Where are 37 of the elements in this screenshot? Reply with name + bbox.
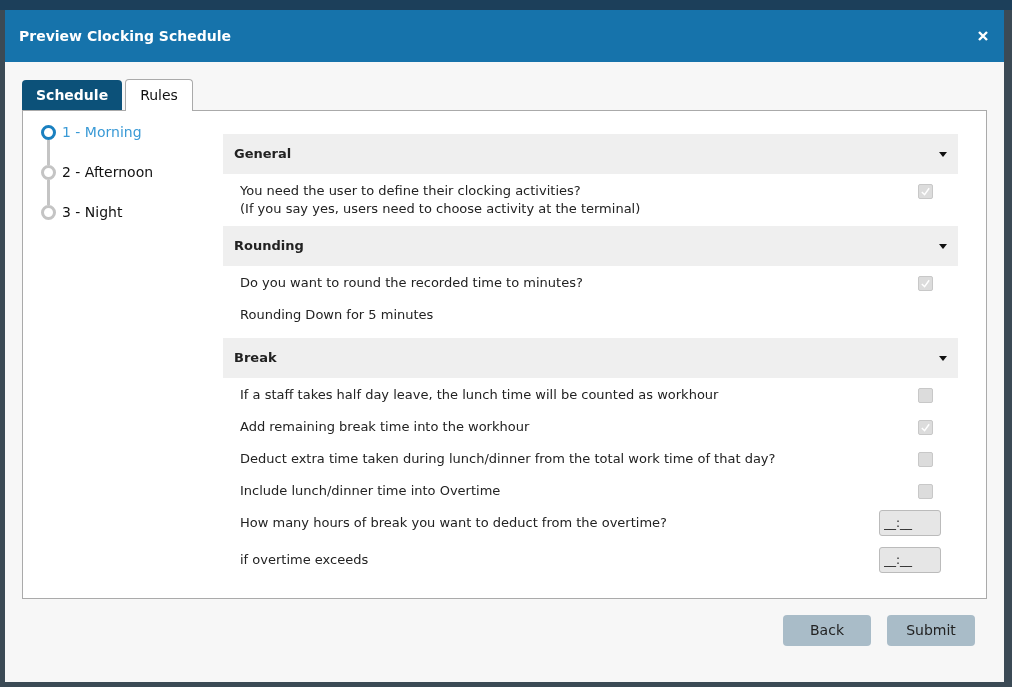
checkbox[interactable]: [918, 484, 933, 499]
rule-text: If a staff takes half day leave, the lunch time will be counted as workhour: [240, 386, 719, 404]
rule-text: Add remaining break time into the workhour: [240, 418, 530, 436]
time-field[interactable]: __:__: [879, 547, 941, 573]
checkbox[interactable]: [918, 452, 933, 467]
tab[interactable]: Schedule: [22, 80, 123, 110]
rule-text: Include lunch/dinner time into Overtime: [240, 482, 501, 500]
checkbox[interactable]: [918, 276, 933, 291]
section-title: Break: [234, 349, 277, 368]
rule-text: How many hours of break you want to deduct from the overtime?: [240, 514, 667, 532]
rule-text: Rounding Down for 5 minutes: [240, 306, 434, 324]
close-icon[interactable]: [978, 31, 988, 41]
check-icon: [920, 278, 931, 289]
dialog-button[interactable]: Submit: [887, 615, 975, 646]
tab[interactable]: Rules: [125, 79, 193, 111]
step-item[interactable]: 2 - Afternoon: [62, 165, 154, 180]
check-icon: [920, 186, 931, 197]
step-item[interactable]: 3 - Night: [62, 205, 123, 220]
dialog-title: Preview Clocking Schedule: [19, 26, 231, 46]
rule-text: Do you want to round the recorded time to minutes?: [240, 274, 583, 292]
caret-icon: [939, 355, 947, 361]
rule-text: You need the user to define their clocking activities? (If you say yes, users need to choose activity at the terminal): [240, 182, 641, 218]
caret-icon: [939, 243, 947, 249]
section-header[interactable]: General: [223, 134, 958, 174]
checkbox[interactable]: [918, 184, 933, 199]
rule-text: if overtime exceeds: [240, 551, 369, 569]
section-header[interactable]: Rounding: [223, 226, 958, 266]
check-icon: [920, 422, 931, 433]
caret-icon: [939, 151, 947, 157]
section-title: General: [234, 145, 292, 164]
dialog-button[interactable]: Back: [783, 615, 871, 646]
checkbox[interactable]: [918, 420, 933, 435]
rule-text: Deduct extra time taken during lunch/dinner from the total work time of that day?: [240, 450, 776, 468]
section-header[interactable]: Break: [223, 338, 958, 378]
section-title: Rounding: [234, 237, 304, 256]
checkbox[interactable]: [918, 388, 933, 403]
time-field[interactable]: __:__: [879, 510, 941, 536]
